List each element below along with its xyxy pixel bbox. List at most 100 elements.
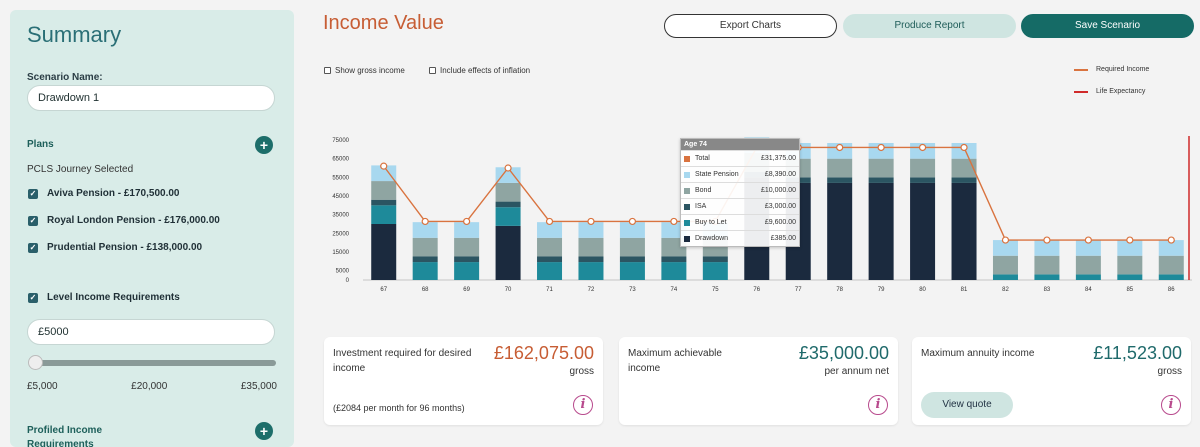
tooltip-swatch <box>684 155 690 162</box>
bar-segment <box>992 274 1018 280</box>
max-annuity-card: Maximum annuity income £11,523.00 gross … <box>912 337 1191 425</box>
save-scenario-button[interactable]: Save Scenario <box>1021 14 1194 38</box>
y-tick-label: 65000 <box>332 157 349 163</box>
tooltip-label: Bond <box>695 187 712 194</box>
y-tick-label: 25000 <box>332 231 349 237</box>
add-profiled-income-button[interactable]: + <box>255 422 273 440</box>
info-icon[interactable]: i <box>868 395 888 415</box>
card-sub: per annum net <box>824 366 890 377</box>
required-income-point <box>1043 236 1051 244</box>
x-tick-label: 77 <box>795 287 802 293</box>
add-plan-button[interactable]: + <box>255 136 273 154</box>
bar-segment <box>537 262 563 280</box>
info-icon[interactable]: i <box>573 395 593 415</box>
slider-tick-max: £35,000 <box>240 381 277 392</box>
legend-life-expectancy: Life Expectancy <box>1074 88 1145 95</box>
tooltip-value: £10,000.00 <box>760 187 796 194</box>
checkbox-icon[interactable] <box>324 67 331 74</box>
plans-label: Plans <box>27 139 54 150</box>
card-label: Maximum annuity income <box>921 348 1035 359</box>
bar-segment <box>992 255 1018 275</box>
bar-segment <box>661 262 687 280</box>
tooltip-label: Drawdown <box>695 235 729 242</box>
plan-checkbox-royal-london[interactable]: ✓ Royal London Pension - £176,000.00 <box>28 215 220 226</box>
bar-segment <box>827 177 853 183</box>
tooltip-swatch <box>684 235 690 242</box>
bar-segment <box>910 177 936 183</box>
required-income-point <box>628 217 637 226</box>
x-tick-label: 83 <box>1044 287 1051 293</box>
y-tick-label: 35000 <box>332 213 349 219</box>
info-icon[interactable]: i <box>1161 395 1181 415</box>
bar-segment <box>619 256 645 263</box>
tooltip-value: £8,390.00 <box>764 171 796 178</box>
slider-handle[interactable] <box>28 355 43 370</box>
income-slider[interactable] <box>28 355 276 370</box>
bar-segment <box>578 237 604 257</box>
bar-segment <box>702 262 728 280</box>
x-tick-label: 73 <box>629 287 636 293</box>
level-income-checkbox[interactable]: ✓ Level Income Requirements <box>28 292 180 303</box>
main-panel: Income Value Export Charts Produce Repor… <box>300 0 1200 447</box>
inflation-option[interactable]: Include effects of inflation <box>429 66 530 75</box>
plan-label: Aviva Pension - £170,500.00 <box>47 188 180 199</box>
bar-segment <box>495 225 521 280</box>
bar-segment <box>412 237 438 257</box>
bar-segment <box>910 158 936 178</box>
view-quote-button[interactable]: View quote <box>921 392 1013 418</box>
bar-segment <box>537 237 563 257</box>
scenario-name-input[interactable]: Drawdown 1 <box>27 85 275 111</box>
x-tick-label: 78 <box>836 287 843 293</box>
profiled-income-label: Profiled Income Requirements <box>27 425 103 447</box>
slider-tick-mid: £20,000 <box>131 381 168 392</box>
x-tick-label: 69 <box>463 287 470 293</box>
legend-label: Life Expectancy <box>1096 88 1146 95</box>
bar-segment <box>1075 274 1101 280</box>
bar-segment <box>412 262 438 280</box>
scenario-name-label: Scenario Name: <box>27 72 103 83</box>
legend-swatch <box>1074 68 1088 71</box>
bar-segment <box>951 177 977 183</box>
x-tick-label: 76 <box>753 287 760 293</box>
export-charts-button[interactable]: Export Charts <box>664 14 837 38</box>
tooltip-swatch <box>684 187 690 194</box>
tooltip-value: £31,375.00 <box>760 155 796 162</box>
bar-segment <box>371 224 397 280</box>
tooltip-value: £385.00 <box>770 235 796 242</box>
income-input[interactable]: £5000 <box>27 319 275 345</box>
produce-report-button[interactable]: Produce Report <box>843 14 1016 38</box>
bar-segment <box>371 205 397 224</box>
x-tick-label: 68 <box>422 287 429 293</box>
plan-checkbox-prudential[interactable]: ✓ Prudential Pension - £138,000.00 <box>28 242 202 253</box>
bar-segment <box>1034 255 1060 275</box>
option-label: Include effects of inflation <box>440 66 531 75</box>
checkbox-icon[interactable] <box>429 67 436 74</box>
bar-segment <box>868 158 894 178</box>
tooltip-row: Drawdown £385.00 <box>681 230 799 246</box>
plan-checkbox-aviva[interactable]: ✓ Aviva Pension - £170,500.00 <box>28 188 180 199</box>
tooltip-row: Buy to Let £9,600.00 <box>681 214 799 230</box>
required-income-point <box>960 143 968 152</box>
bar-segment <box>495 201 521 208</box>
tooltip-title: Age 74 <box>681 139 799 150</box>
required-income-point <box>1084 236 1092 244</box>
card-sub: gross <box>1157 366 1182 377</box>
required-income-point <box>836 143 844 152</box>
tooltip-label: State Pension <box>695 171 739 178</box>
bar-segment <box>495 207 521 226</box>
bar-segment <box>371 199 397 206</box>
slider-tick-min: £5,000 <box>27 381 58 392</box>
required-income-point <box>545 217 554 226</box>
page-title: Income Value <box>323 12 444 34</box>
tooltip-value: £9,600.00 <box>764 219 796 226</box>
required-income-point <box>421 217 429 226</box>
x-tick-label: 84 <box>1085 287 1092 293</box>
bar-segment <box>1117 255 1143 275</box>
bar-segment <box>578 256 604 263</box>
tooltip-row: State Pension £8,390.00 <box>681 166 799 182</box>
tooltip-row: ISA £3,000.00 <box>681 198 799 214</box>
checkbox-icon: ✓ <box>28 292 38 303</box>
show-gross-income-option[interactable]: Show gross income <box>324 66 405 75</box>
bar-segment <box>1158 255 1184 275</box>
bar-segment <box>868 177 894 183</box>
